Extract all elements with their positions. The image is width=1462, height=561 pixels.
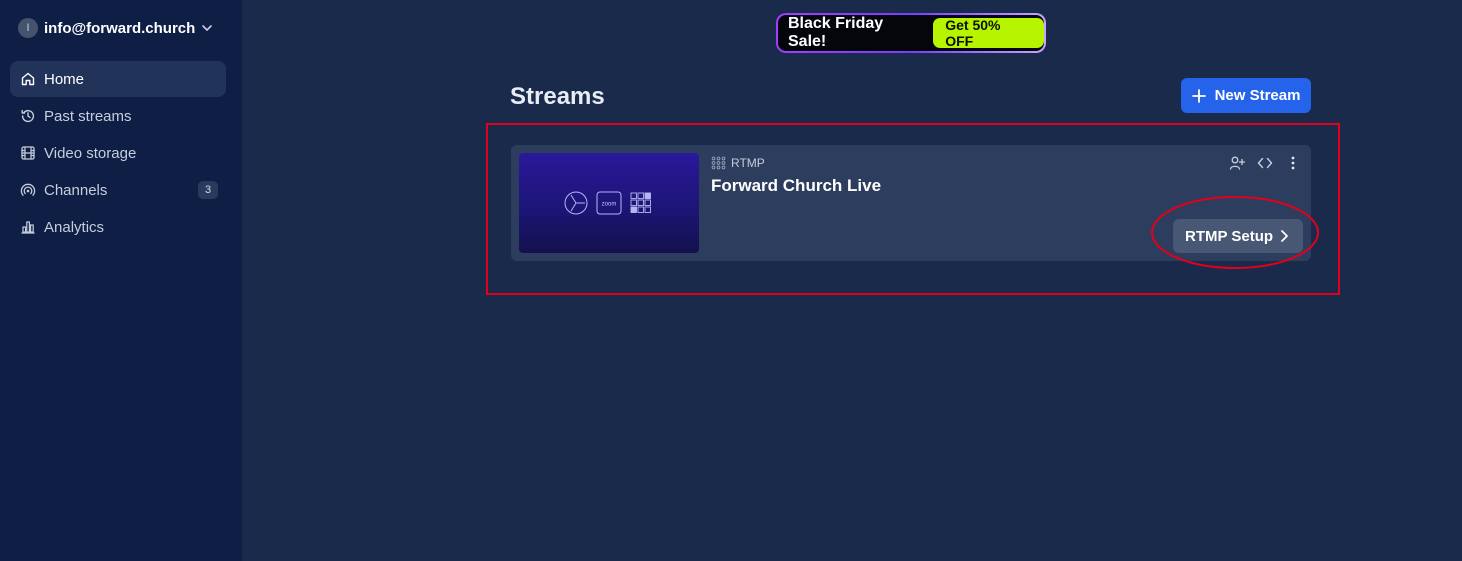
- stream-title[interactable]: Forward Church Live: [711, 176, 881, 196]
- bar-chart-icon: [21, 221, 35, 234]
- zoom-logo-icon: zoom: [596, 191, 622, 215]
- sidebar-item-label: Home: [44, 70, 85, 88]
- home-icon: [21, 72, 35, 86]
- sidebar-nav: Home Past streams Video storage Channels…: [10, 61, 226, 246]
- broadcast-icon: [20, 183, 36, 196]
- avatar: I: [18, 18, 38, 38]
- sidebar-item-video-storage[interactable]: Video storage: [10, 135, 226, 171]
- promo-cta-button[interactable]: Get 50% OFF: [933, 17, 1044, 49]
- rtmp-setup-label: RTMP Setup: [1185, 227, 1274, 245]
- chevron-right-icon: [1281, 230, 1288, 242]
- new-stream-button[interactable]: New Stream: [1181, 78, 1311, 113]
- sidebar-item-label: Past streams: [44, 107, 132, 125]
- zoom-logo-text: zoom: [602, 202, 617, 208]
- promo-text: Black Friday Sale!: [788, 15, 884, 50]
- stream-type-text: RTMP: [731, 156, 765, 170]
- new-stream-label: New Stream: [1214, 87, 1301, 104]
- invite-user-button[interactable]: [1227, 153, 1247, 173]
- obs-logo-icon: [564, 191, 588, 215]
- user-plus-icon: [1229, 156, 1245, 170]
- plus-icon: [1191, 88, 1206, 103]
- promo-inner: Black Friday Sale! Get 50% OFF: [778, 15, 1044, 51]
- sidebar-item-analytics[interactable]: Analytics: [10, 209, 226, 245]
- app-root: I info@forward.church Home Past streams: [0, 0, 1462, 561]
- channels-count-badge: 3: [198, 181, 218, 199]
- sidebar-item-label: Channels: [44, 181, 108, 199]
- page-title: Streams: [510, 83, 605, 110]
- grid-logo-icon: [630, 192, 651, 213]
- history-icon: [21, 109, 35, 123]
- thumbnail-graphic: zoom: [564, 191, 651, 215]
- account-email: info@forward.church: [44, 19, 196, 37]
- chevron-down-icon: [202, 25, 213, 31]
- sidebar-item-home[interactable]: Home: [10, 61, 226, 97]
- sidebar-item-label: Analytics: [44, 218, 105, 236]
- more-vertical-icon: [1291, 156, 1295, 170]
- black-friday-banner[interactable]: Black Friday Sale! Get 50% OFF: [776, 13, 1046, 53]
- more-options-button[interactable]: [1283, 153, 1303, 173]
- stream-type-label: RTMP: [711, 155, 765, 171]
- code-icon: [1257, 157, 1273, 169]
- sidebar-item-past-streams[interactable]: Past streams: [10, 98, 226, 134]
- sidebar: I info@forward.church Home Past streams: [0, 0, 242, 561]
- stream-thumbnail[interactable]: zoom: [519, 153, 699, 253]
- account-switcher[interactable]: I info@forward.church: [18, 17, 213, 39]
- rtmp-setup-button[interactable]: RTMP Setup: [1173, 219, 1303, 253]
- film-icon: [21, 146, 35, 160]
- rtmp-grid-icon: [711, 156, 726, 170]
- sidebar-item-label: Video storage: [44, 144, 137, 162]
- sidebar-item-channels[interactable]: Channels 3: [10, 172, 226, 208]
- embed-code-button[interactable]: [1255, 153, 1275, 173]
